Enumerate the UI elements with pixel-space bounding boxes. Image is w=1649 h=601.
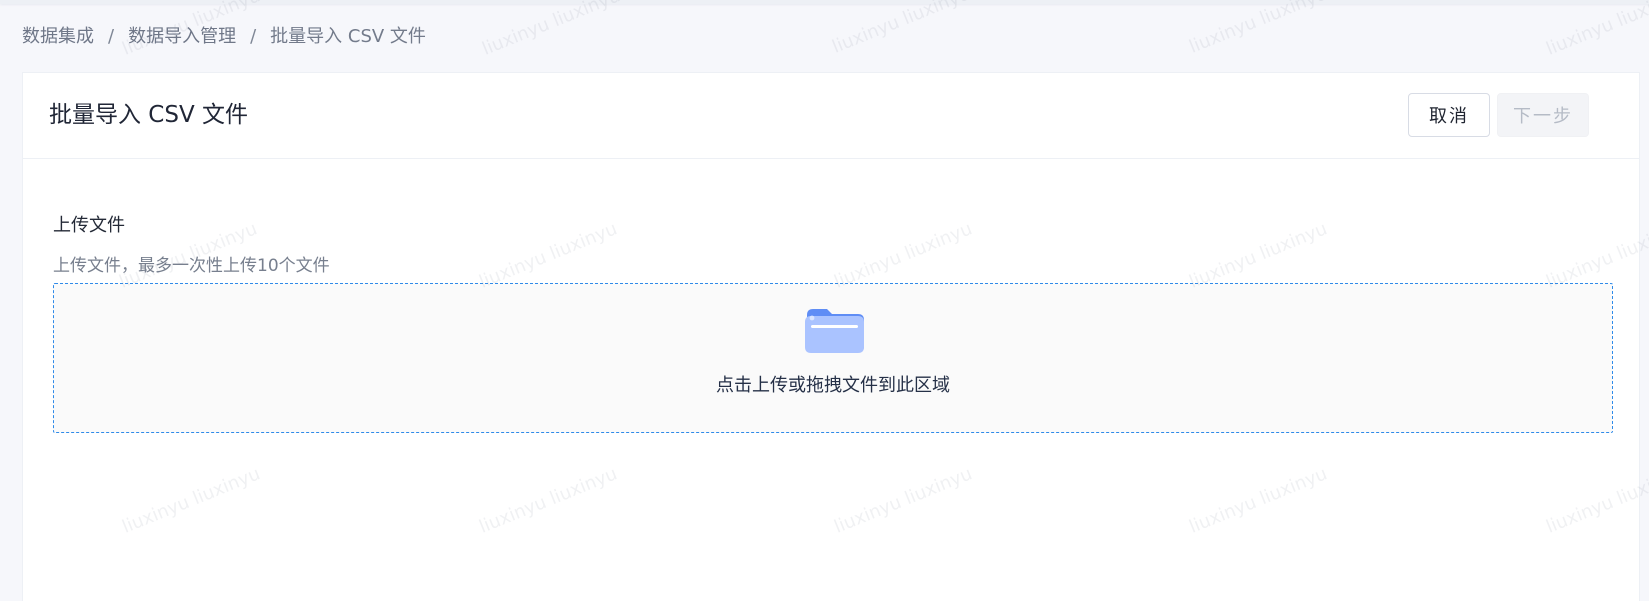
breadcrumb: 数据集成 / 数据导入管理 / 批量导入 CSV 文件: [22, 25, 426, 49]
dropzone-text: 点击上传或拖拽文件到此区域: [716, 375, 950, 396]
content-card: 批量导入 CSV 文件 取消 下一步 上传文件 上传文件，最多一次性上传10个文…: [22, 72, 1640, 601]
breadcrumb-item-data-import-management[interactable]: 数据导入管理: [128, 25, 236, 49]
breadcrumb-separator: /: [108, 26, 115, 47]
cancel-button[interactable]: 取消: [1408, 93, 1490, 137]
import-csv-page: 数据集成 / 数据导入管理 / 批量导入 CSV 文件 批量导入 CSV 文件 …: [0, 0, 1649, 601]
next-step-button: 下一步: [1497, 93, 1589, 137]
watermark-text: liuxinyu liuxinyu: [1186, 0, 1331, 58]
watermark-text: liuxinyu liuxinyu: [829, 0, 974, 58]
page-title: 批量导入 CSV 文件: [49, 102, 249, 128]
watermark-text: liuxinyu liuxinyu: [1543, 0, 1649, 60]
watermark-text: liuxinyu liuxinyu: [479, 0, 624, 60]
breadcrumb-separator: /: [250, 26, 257, 47]
breadcrumb-item-data-integration[interactable]: 数据集成: [22, 25, 94, 49]
card-header: 批量导入 CSV 文件 取消 下一步: [23, 73, 1639, 159]
upload-section-title: 上传文件: [53, 215, 125, 236]
folder-icon: [805, 309, 864, 353]
breadcrumb-current-page: 批量导入 CSV 文件: [270, 26, 426, 47]
top-strip: [0, 0, 1649, 4]
upload-dropzone[interactable]: 点击上传或拖拽文件到此区域: [53, 283, 1613, 433]
upload-description: 上传文件，最多一次性上传10个文件: [53, 256, 330, 276]
